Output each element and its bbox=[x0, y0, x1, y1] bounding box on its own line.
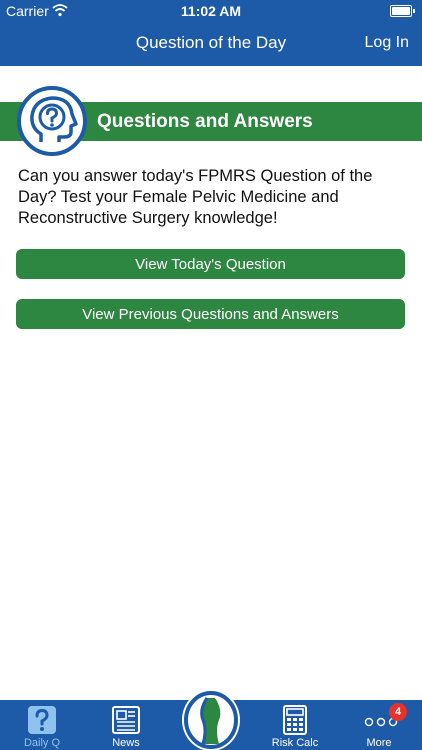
tab-label: More bbox=[366, 737, 392, 749]
tab-more[interactable]: More bbox=[337, 700, 421, 750]
more-badge: 4 bbox=[389, 703, 407, 721]
view-previous-questions-button[interactable]: View Previous Questions and Answers bbox=[16, 299, 405, 329]
question-icon bbox=[28, 706, 56, 734]
tab-label: News bbox=[112, 737, 140, 749]
navigation-bar: Question of the Day Log In bbox=[0, 22, 422, 66]
tab-news[interactable]: News bbox=[84, 700, 168, 750]
tab-label: Risk Calc bbox=[271, 737, 319, 749]
tab-risk-calc[interactable]: Risk Calc bbox=[253, 700, 337, 750]
battery-icon bbox=[390, 5, 415, 17]
tab-label: Daily Q bbox=[23, 737, 61, 749]
intro-text: Can you answer today's FPMRS Question of… bbox=[18, 167, 373, 227]
logo-icon[interactable] bbox=[181, 686, 241, 750]
newspaper-icon bbox=[112, 706, 140, 734]
section-title: Questions and Answers bbox=[97, 111, 313, 132]
login-button[interactable]: Log In bbox=[365, 34, 409, 52]
status-time: 11:02 AM bbox=[180, 3, 242, 19]
tab-daily-q[interactable]: Daily Q bbox=[0, 700, 84, 750]
head-question-icon bbox=[17, 86, 87, 156]
status-bar: Carrier 11:02 AM bbox=[0, 0, 422, 22]
calculator-icon bbox=[283, 705, 307, 735]
page-title: Question of the Day bbox=[135, 33, 287, 52]
view-today-question-button[interactable]: View Today's Question bbox=[16, 249, 405, 279]
